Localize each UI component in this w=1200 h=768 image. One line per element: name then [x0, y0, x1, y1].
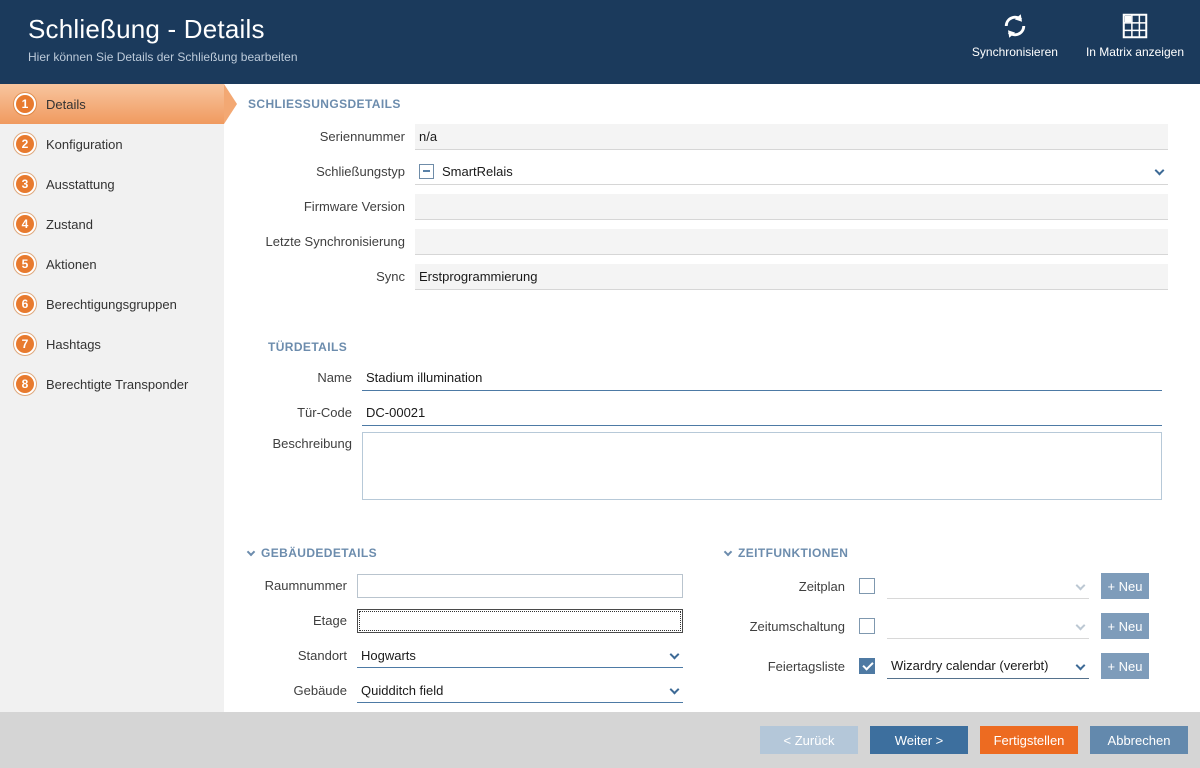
holiday-list-dropdown[interactable]: Wizardry calendar (vererbt): [887, 654, 1089, 679]
chevron-down-icon: [1155, 165, 1165, 175]
lock-type-dropdown[interactable]: SmartRelais: [415, 159, 1168, 185]
next-button[interactable]: Weiter >: [870, 726, 968, 754]
firmware-label: Firmware Version: [224, 199, 415, 214]
step-number-badge: 1: [14, 93, 36, 115]
door-name-label: Name: [224, 370, 362, 385]
chevron-down-icon: [1076, 660, 1086, 670]
sidebar-item-hashtags[interactable]: 7 Hashtags: [0, 324, 224, 364]
sidebar-item-details[interactable]: 1 Details: [0, 84, 224, 124]
sidebar-item-aktionen[interactable]: 5 Aktionen: [0, 244, 224, 284]
chevron-down-icon: [1076, 580, 1086, 590]
sidebar-item-berechtigungsgruppen[interactable]: 6 Berechtigungsgruppen: [0, 284, 224, 324]
section-title-building-details[interactable]: GEBÄUDEDETAILS: [224, 546, 689, 560]
room-number-label: Raumnummer: [224, 578, 357, 593]
step-number-badge: 8: [14, 373, 36, 395]
sidebar-item-konfiguration[interactable]: 2 Konfiguration: [0, 124, 224, 164]
synchronize-button[interactable]: Synchronisieren: [972, 11, 1058, 59]
time-switch-label: Zeitumschaltung: [725, 619, 845, 634]
chevron-down-icon: [670, 650, 680, 660]
sidebar-item-label: Hashtags: [46, 337, 101, 352]
schedule-checkbox[interactable]: [859, 578, 875, 594]
chevron-down-icon: [670, 685, 680, 695]
last-sync-label: Letzte Synchronisierung: [224, 234, 415, 249]
description-textarea[interactable]: [362, 432, 1162, 500]
building-label: Gebäude: [224, 683, 357, 698]
sidebar-item-label: Berechtigte Transponder: [46, 377, 188, 392]
schedule-label: Zeitplan: [725, 579, 845, 594]
location-label: Standort: [224, 648, 357, 663]
door-name-field[interactable]: Stadium illumination: [362, 365, 1162, 391]
sidebar-item-label: Ausstattung: [46, 177, 115, 192]
serial-number-label: Seriennummer: [224, 129, 415, 144]
sync-icon: [1000, 11, 1030, 41]
schedule-new-button[interactable]: + Neu: [1101, 573, 1149, 599]
holiday-list-label: Feiertagsliste: [725, 659, 845, 674]
sidebar-item-label: Details: [46, 97, 86, 112]
step-number-badge: 4: [14, 213, 36, 235]
floor-input[interactable]: [357, 609, 683, 633]
schedule-dropdown[interactable]: [887, 574, 1089, 599]
sync-label: Sync: [224, 269, 415, 284]
finish-button[interactable]: Fertigstellen: [980, 726, 1078, 754]
time-switch-dropdown[interactable]: [887, 614, 1089, 639]
sidebar-item-zustand[interactable]: 4 Zustand: [0, 204, 224, 244]
footer-bar: < Zurück Weiter > Fertigstellen Abbreche…: [0, 712, 1200, 768]
holiday-list-new-button[interactable]: + Neu: [1101, 653, 1149, 679]
sync-value: Erstprogrammierung: [415, 264, 1168, 290]
sidebar-item-berechtigte-transponder[interactable]: 8 Berechtigte Transponder: [0, 364, 224, 404]
sidebar-item-label: Zustand: [46, 217, 93, 232]
step-number-badge: 2: [14, 133, 36, 155]
cancel-button[interactable]: Abbrechen: [1090, 726, 1188, 754]
details-form: SCHLIESSUNGSDETAILS Seriennummer n/a Sch…: [224, 84, 1200, 712]
time-switch-new-button[interactable]: + Neu: [1101, 613, 1149, 639]
show-in-matrix-label: In Matrix anzeigen: [1086, 45, 1184, 59]
sidebar-item-label: Aktionen: [46, 257, 97, 272]
last-sync-value: [415, 229, 1168, 255]
section-title-time-functions[interactable]: ZEITFUNKTIONEN: [725, 546, 1168, 560]
sidebar-item-ausstattung[interactable]: 3 Ausstattung: [0, 164, 224, 204]
door-code-field[interactable]: DC-00021: [362, 400, 1162, 426]
header-actions: Synchronisieren In Matrix anzeigen: [972, 11, 1184, 59]
building-details-column: GEBÄUDEDETAILS Raumnummer Etage Standort: [224, 546, 689, 708]
section-title-door-details: TÜRDETAILS: [224, 340, 1168, 354]
time-switch-checkbox[interactable]: [859, 618, 875, 634]
collapse-chevron-icon: [247, 547, 255, 555]
door-code-label: Tür-Code: [224, 405, 362, 420]
floor-label: Etage: [224, 613, 357, 628]
wizard-step-sidebar: 1 Details 2 Konfiguration 3 Ausstattung …: [0, 84, 224, 712]
sidebar-item-label: Konfiguration: [46, 137, 123, 152]
holiday-list-checkbox[interactable]: [859, 658, 875, 674]
sidebar-item-label: Berechtigungsgruppen: [46, 297, 177, 312]
building-dropdown[interactable]: Quidditch field: [357, 678, 683, 703]
step-number-badge: 3: [14, 173, 36, 195]
collapse-minus-icon[interactable]: [419, 164, 434, 179]
time-functions-column: ZEITFUNKTIONEN Zeitplan + Neu Zeitumscha…: [689, 546, 1168, 708]
section-title-lock-details: SCHLIESSUNGSDETAILS: [224, 97, 1168, 111]
room-number-input[interactable]: [357, 574, 683, 598]
description-label: Beschreibung: [224, 432, 362, 451]
step-number-badge: 6: [14, 293, 36, 315]
collapse-chevron-icon: [724, 547, 732, 555]
step-number-badge: 7: [14, 333, 36, 355]
back-button[interactable]: < Zurück: [760, 726, 858, 754]
serial-number-value: n/a: [415, 124, 1168, 150]
matrix-icon: [1120, 11, 1150, 41]
firmware-value: [415, 194, 1168, 220]
location-dropdown[interactable]: Hogwarts: [357, 643, 683, 668]
chevron-down-icon: [1076, 620, 1086, 630]
show-in-matrix-button[interactable]: In Matrix anzeigen: [1086, 11, 1184, 59]
lock-type-label: Schließungstyp: [224, 164, 415, 179]
synchronize-label: Synchronisieren: [972, 45, 1058, 59]
header-bar: Schließung - Details Hier können Sie Det…: [0, 0, 1200, 84]
step-number-badge: 5: [14, 253, 36, 275]
